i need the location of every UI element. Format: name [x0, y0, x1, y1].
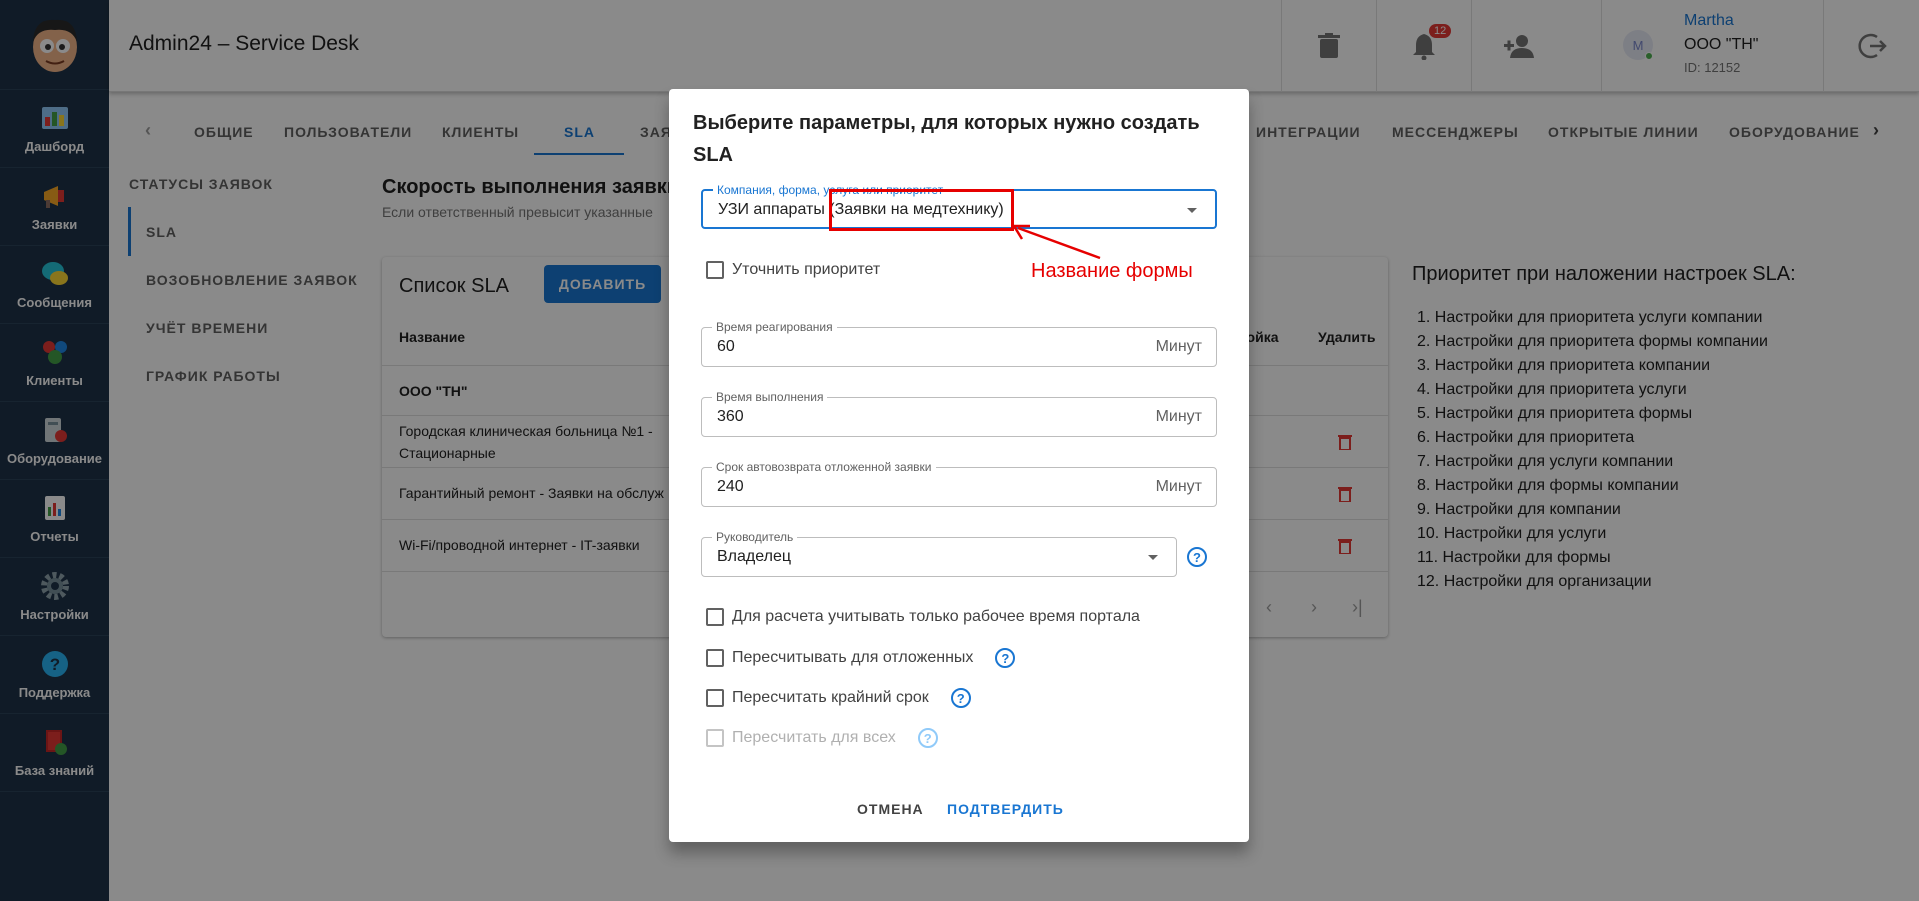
field-label: Время реагирования — [712, 320, 837, 334]
manager-select[interactable]: Руководитель Владелец — [701, 530, 1177, 577]
autoreturn-time-input[interactable]: Срок автовозврата отложенной заявки 240 … — [701, 460, 1217, 507]
specify-priority-checkbox[interactable]: Уточнить приоритет — [706, 261, 880, 279]
field-value: 60 — [717, 338, 735, 355]
help-icon: ? — [917, 728, 938, 748]
checkbox-box[interactable] — [706, 689, 724, 707]
recalc-postponed-checkbox[interactable]: Пересчитывать для отложенных ? — [706, 648, 1016, 668]
field-unit: Минут — [1155, 408, 1202, 425]
recalc-all-checkbox: Пересчитать для всех ? — [706, 728, 938, 748]
checkbox-label: Для расчета учитывать только рабочее вре… — [732, 608, 1140, 625]
confirm-button[interactable]: ПОДТВЕРДИТЬ — [947, 801, 1064, 817]
recalc-deadline-checkbox[interactable]: Пересчитать крайний срок ? — [706, 688, 971, 708]
chevron-down-icon — [1148, 555, 1158, 560]
field-unit: Минут — [1155, 338, 1202, 355]
chevron-down-icon — [1187, 208, 1197, 213]
help-icon[interactable]: ? — [950, 688, 971, 708]
field-value: 360 — [717, 408, 744, 425]
working-time-checkbox[interactable]: Для расчета учитывать только рабочее вре… — [706, 608, 1140, 626]
checkbox-box[interactable] — [706, 649, 724, 667]
checkbox-label: Уточнить приоритет — [732, 261, 881, 278]
checkbox-box[interactable] — [706, 608, 724, 626]
checkbox-box — [706, 729, 724, 747]
field-label: Руководитель — [712, 530, 798, 544]
field-value: 240 — [717, 478, 744, 495]
annotation-highlight-box — [829, 189, 1014, 231]
checkbox-label: Пересчитывать для отложенных — [732, 649, 974, 666]
annotation-arrow-icon — [1012, 224, 1101, 260]
execution-time-input[interactable]: Время выполнения 360 Минут — [701, 390, 1217, 437]
field-label: Срок автовозврата отложенной заявки — [712, 460, 936, 474]
field-label: Время выполнения — [712, 390, 828, 404]
checkbox-label: Пересчитать крайний срок — [732, 689, 929, 706]
reaction-time-input[interactable]: Время реагирования 60 Минут — [701, 320, 1217, 367]
checkbox-label: Пересчитать для всех — [732, 729, 896, 746]
cancel-button[interactable]: ОТМЕНА — [857, 801, 924, 817]
help-icon[interactable]: ? — [1187, 547, 1207, 567]
field-unit: Минут — [1155, 478, 1202, 495]
annotation-label: Название формы — [1031, 260, 1193, 282]
checkbox-box[interactable] — [706, 261, 724, 279]
help-icon[interactable]: ? — [995, 648, 1016, 668]
dialog-title: Выберите параметры, для которых нужно со… — [693, 112, 1200, 166]
field-value: Владелец — [717, 548, 792, 565]
